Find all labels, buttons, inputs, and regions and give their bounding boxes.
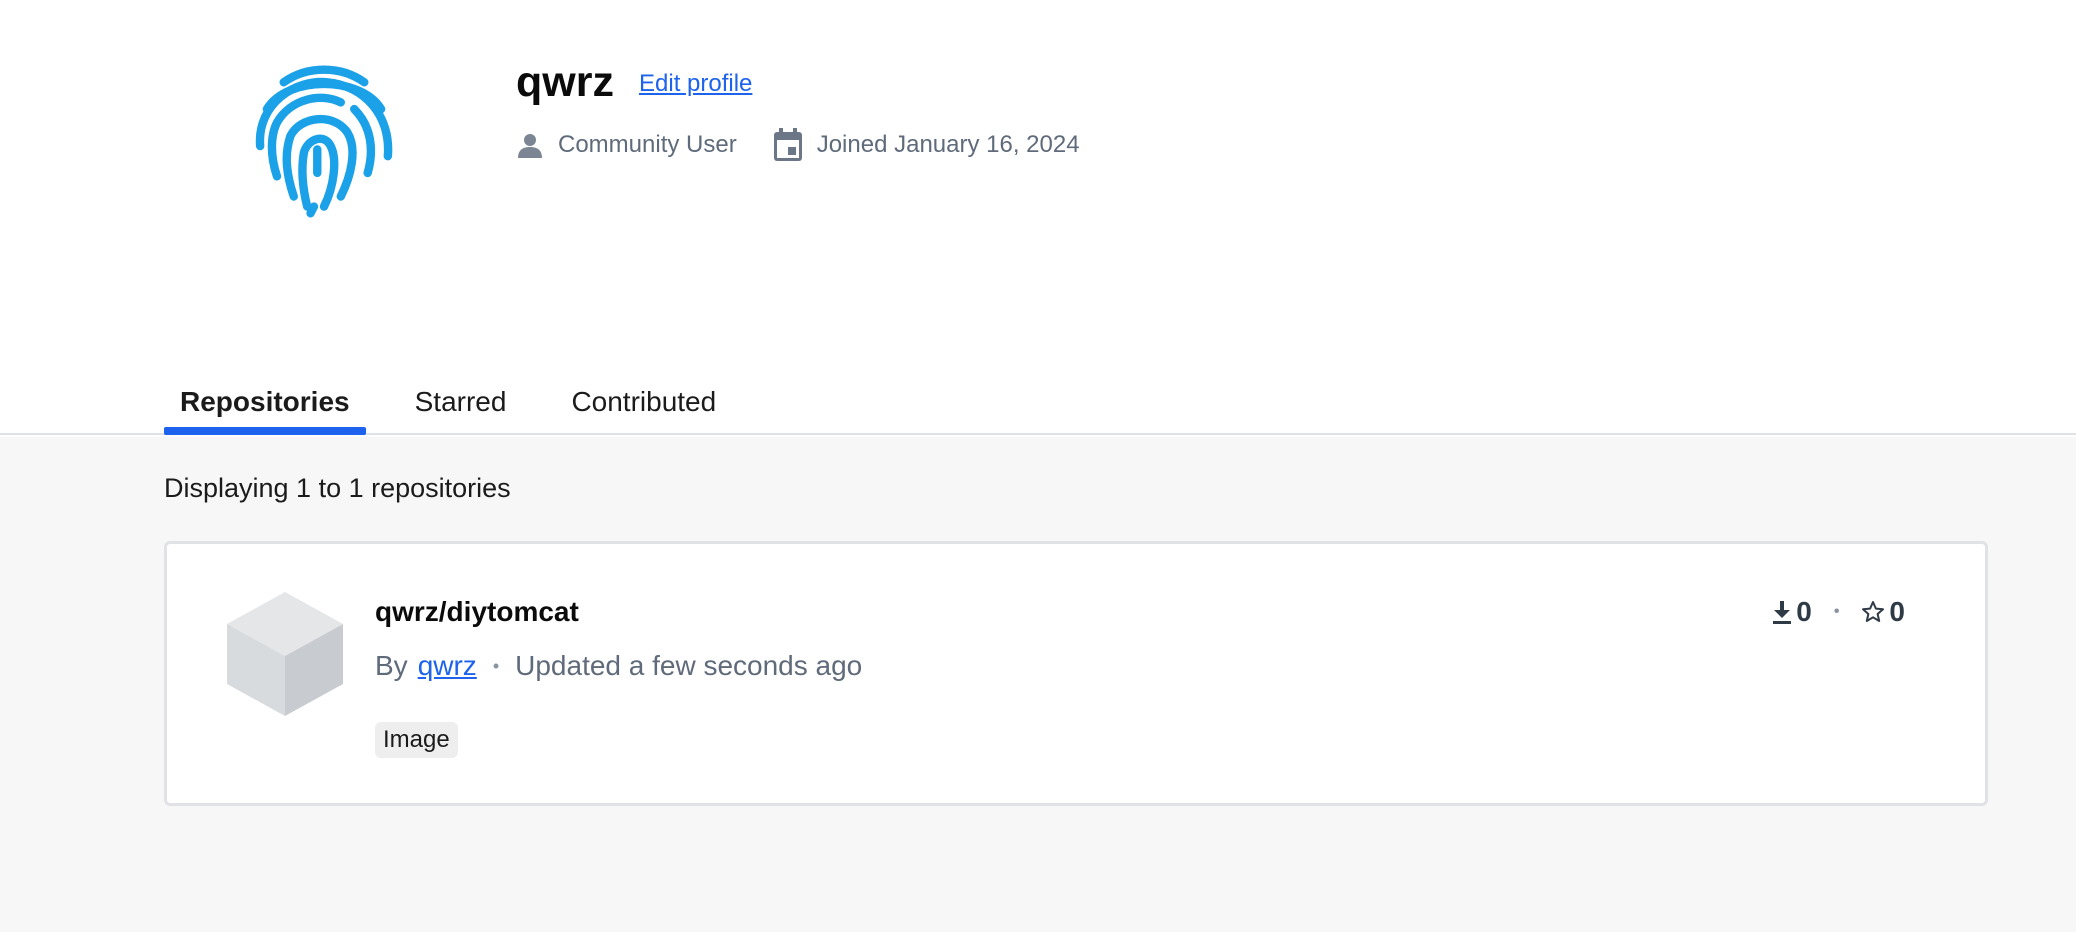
downloads-stat: 0 — [1772, 596, 1812, 628]
updated-text: Updated a few seconds ago — [515, 650, 863, 681]
repository-stats: 0 • 0 — [1772, 596, 1905, 628]
joined-date: Joined January 16, 2024 — [816, 131, 1080, 158]
repository-byline: By qwrz • Updated a few seconds ago — [375, 650, 862, 682]
profile-tabs: Repositories Starred Contributed — [164, 380, 765, 435]
type-badge: Image — [375, 722, 458, 758]
owner-link[interactable]: qwrz — [418, 650, 477, 682]
stars-count: 0 — [1889, 596, 1905, 627]
profile-meta: Community User Joined January 16, 2024 — [518, 128, 1080, 162]
downloads-count: 0 — [1796, 596, 1812, 627]
profile-header: qwrz Edit profile Community User Joined … — [0, 0, 2076, 435]
calendar-icon — [773, 128, 802, 161]
user-icon — [518, 134, 542, 158]
joined-info: Joined January 16, 2024 — [751, 128, 1080, 162]
by-prefix: By — [375, 650, 408, 681]
repositories-panel: Displaying 1 to 1 repositories qwrz/diyt… — [0, 437, 2076, 932]
download-icon — [1773, 601, 1792, 624]
results-count: Displaying 1 to 1 repositories — [164, 473, 511, 503]
repository-card[interactable]: qwrz/diytomcat By qwrz • Updated a few s… — [164, 541, 1988, 806]
fingerprint-icon — [255, 65, 393, 218]
edit-profile-link[interactable]: Edit profile — [639, 70, 752, 98]
role-info: Community User — [518, 131, 737, 159]
tab-repositories[interactable]: Repositories — [164, 380, 366, 435]
role-label: Community User — [558, 131, 737, 158]
cube-icon — [227, 592, 343, 716]
repository-name[interactable]: qwrz/diytomcat — [375, 596, 579, 628]
tab-contributed[interactable]: Contributed — [555, 380, 732, 435]
stars-stat: 0 — [1861, 596, 1905, 628]
star-icon — [1862, 601, 1885, 622]
stats-separator: • — [1833, 603, 1840, 620]
tab-starred[interactable]: Starred — [399, 380, 523, 435]
username: qwrz — [516, 58, 614, 106]
separator-dot: • — [492, 655, 500, 676]
